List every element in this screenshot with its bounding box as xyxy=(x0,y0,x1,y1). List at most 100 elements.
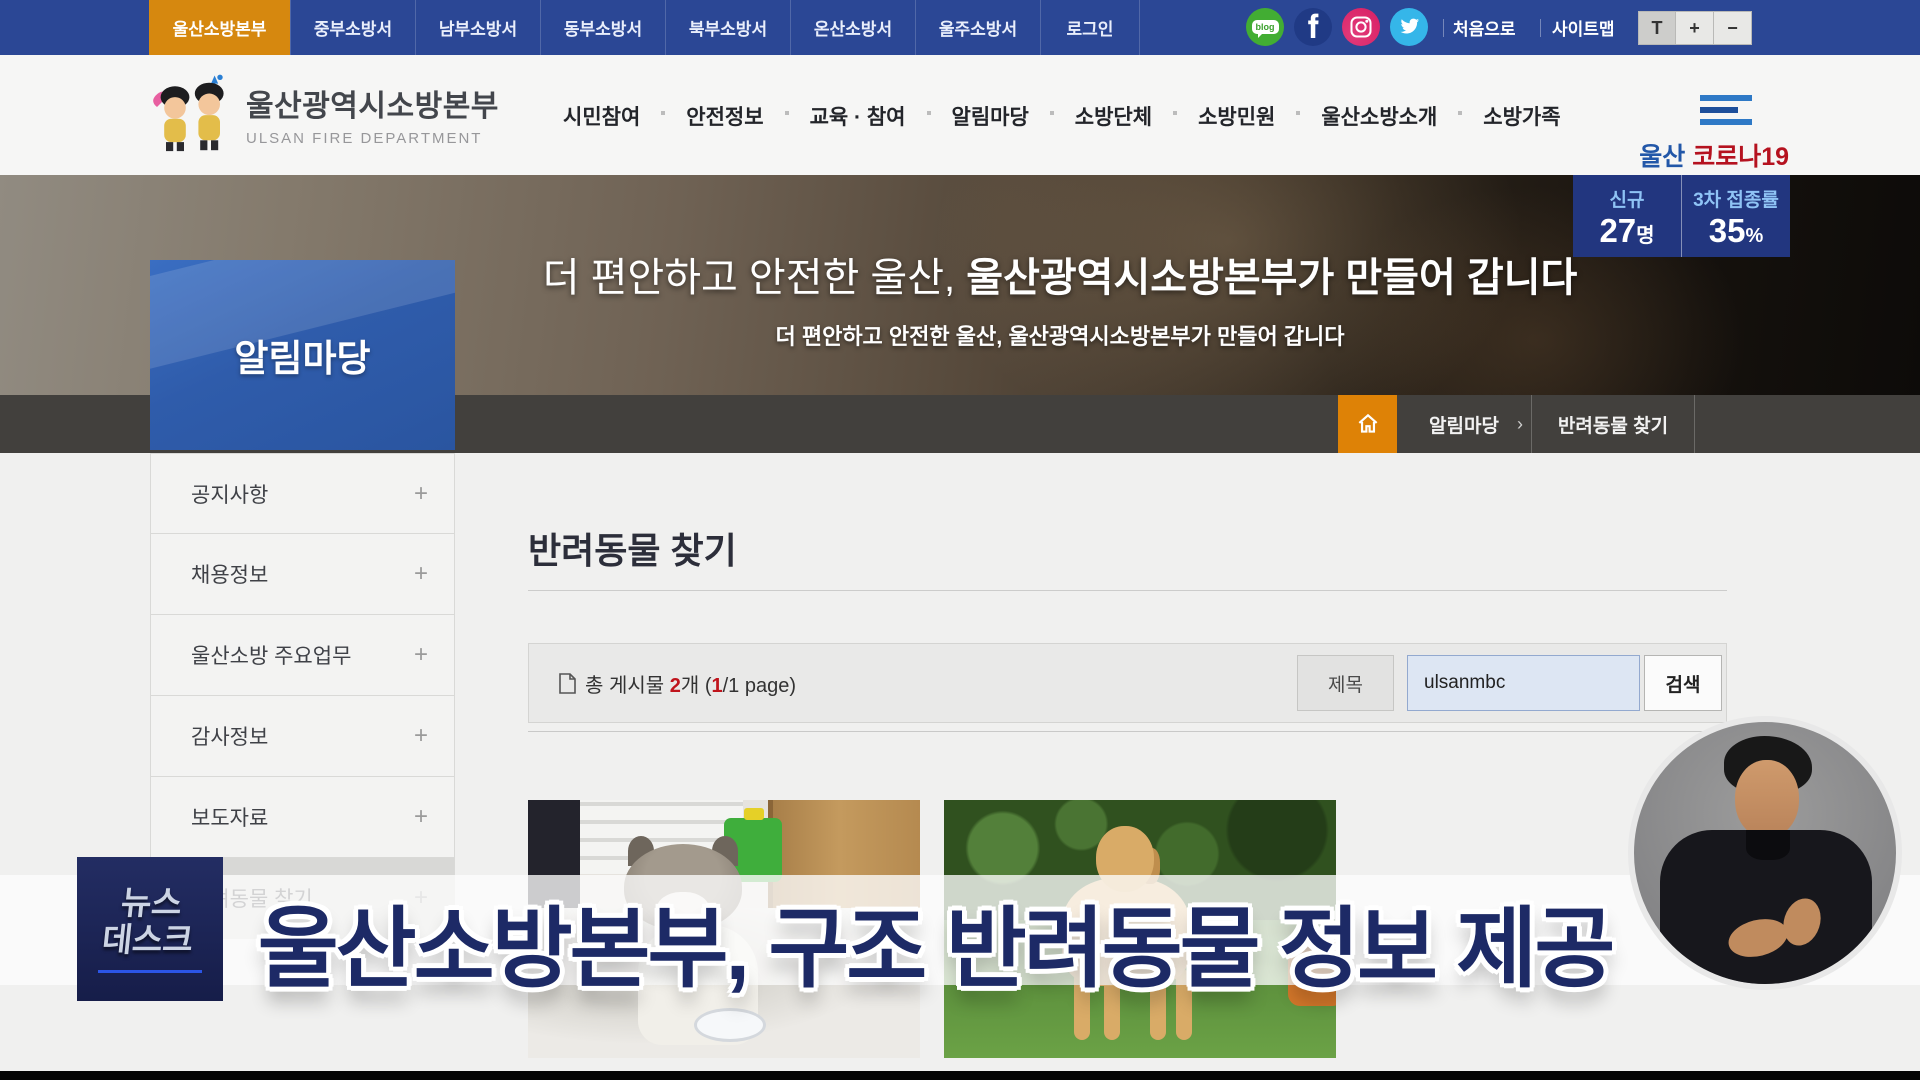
newsdesk-line1: 뉴스 xyxy=(104,885,199,922)
photo-water-bowl xyxy=(694,1008,766,1042)
page-title: 반려동물 찾기 xyxy=(528,522,737,574)
nav-civil[interactable]: 소방민원 xyxy=(1175,95,1298,137)
covid-region-label: 울산 xyxy=(1639,143,1685,171)
board-divider xyxy=(528,731,1727,732)
board-total-info: 총 게시물 2개 (1/1 page) xyxy=(559,669,796,698)
newsdesk-logo-text: 뉴스 데스크 xyxy=(101,885,200,959)
tab-onsan[interactable]: 온산소방서 xyxy=(790,0,915,55)
hero-text: 더 편안하고 안전한 울산, 울산광역시소방본부가 만들어 갑니다 더 편안하고… xyxy=(420,245,1700,351)
mascot-characters-icon xyxy=(148,70,238,162)
sidebar-item-press[interactable]: 보도자료 + xyxy=(150,777,455,858)
breadcrumb-level1[interactable]: 알림마당 › xyxy=(1397,395,1532,453)
blog-icon[interactable]: blog xyxy=(1246,8,1284,46)
covid-booster-rate: 3차 접종률 35% xyxy=(1681,175,1790,257)
hamburger-bar xyxy=(1700,119,1752,125)
instagram-icon[interactable] xyxy=(1342,8,1380,46)
interpreter-face xyxy=(1735,760,1799,838)
social-links: blog xyxy=(1246,8,1428,46)
font-base-button[interactable]: T xyxy=(1638,11,1676,45)
font-increase-button[interactable]: + xyxy=(1676,11,1714,45)
title-divider xyxy=(528,590,1727,591)
logo-title: 울산광역시소방본부 xyxy=(246,81,499,125)
facebook-glyph xyxy=(1294,8,1332,46)
tab-jungbu[interactable]: 중부소방서 xyxy=(290,0,415,55)
nav-safety[interactable]: 안전정보 xyxy=(663,95,786,137)
tab-dongbu[interactable]: 동부소방서 xyxy=(540,0,665,55)
topbar-divider xyxy=(1443,19,1444,37)
hamburger-menu-icon[interactable] xyxy=(1700,95,1752,125)
breadcrumb-level2[interactable]: 반려동물 찾기 xyxy=(1532,395,1695,453)
search-input[interactable] xyxy=(1407,655,1640,711)
nav-notice[interactable]: 알림마당 xyxy=(929,95,1052,137)
covid-new-unit: 명 xyxy=(1636,225,1654,247)
board-total-count: 2 xyxy=(670,675,681,697)
newsdesk-logo: 뉴스 데스크 xyxy=(77,857,223,1001)
section-title-box: 알림마당 xyxy=(150,260,455,450)
breadcrumb-trail: 알림마당 › 반려동물 찾기 xyxy=(1338,395,1695,453)
nav-education[interactable]: 교육 · 참여 xyxy=(787,95,929,137)
sidebar-item-label: 울산소방 주요업무 xyxy=(191,640,351,670)
plus-icon: + xyxy=(414,480,428,508)
sidebar-item-label: 채용정보 xyxy=(191,559,268,589)
nav-organizations[interactable]: 소방단체 xyxy=(1052,95,1175,137)
font-decrease-button[interactable]: − xyxy=(1714,11,1752,45)
station-tabs: 울산소방본부 중부소방서 남부소방서 동부소방서 북부소방서 온산소방서 울주소… xyxy=(149,0,1140,55)
hero-headline-bold: 울산광역시소방본부가 만들어 갑니다 xyxy=(966,256,1577,300)
sidebar-item-recruitment[interactable]: 채용정보 + xyxy=(150,534,455,615)
site-header: 울산광역시소방본부 ULSAN FIRE DEPARTMENT 시민참여 안전정… xyxy=(0,55,1920,175)
breadcrumb-level1-label: 알림마당 xyxy=(1429,411,1499,438)
hero-headline-normal: 더 편안하고 안전한 울산, xyxy=(543,256,955,300)
nav-family[interactable]: 소방가족 xyxy=(1460,95,1583,137)
tab-ulsan-hq[interactable]: 울산소방본부 xyxy=(149,0,290,55)
nav-citizen[interactable]: 시민참여 xyxy=(540,95,663,137)
tab-bukbu[interactable]: 북부소방서 xyxy=(665,0,790,55)
covid-booster-label: 3차 접종률 xyxy=(1693,185,1779,212)
board-total-mid: 개 ( xyxy=(681,675,712,697)
search-field-select[interactable]: 제목 xyxy=(1297,655,1394,711)
twitter-icon[interactable] xyxy=(1390,8,1428,46)
letterbox-bar xyxy=(0,1071,1920,1080)
hero-subheadline: 더 편안하고 안전한 울산, 울산광역시소방본부가 만들어 갑니다 xyxy=(420,319,1700,351)
interpreter-collar xyxy=(1746,830,1790,860)
document-icon xyxy=(559,673,576,694)
facebook-icon[interactable] xyxy=(1294,8,1332,46)
logo-text[interactable]: 울산광역시소방본부 ULSAN FIRE DEPARTMENT xyxy=(246,81,499,147)
board-total-suffix: /1 page) xyxy=(723,675,796,697)
topbar-divider xyxy=(1540,19,1541,37)
main-navigation: 시민참여 안전정보 교육 · 참여 알림마당 소방단체 소방민원 울산소방소개 … xyxy=(540,95,1584,137)
sidebar-item-label: 감사정보 xyxy=(191,721,268,751)
covid-booster-unit: % xyxy=(1745,225,1763,247)
sign-language-interpreter xyxy=(1628,716,1902,990)
tab-nambu[interactable]: 남부소방서 xyxy=(415,0,540,55)
sidebar-item-label: 보도자료 xyxy=(191,802,268,832)
news-caption: 울산소방본부, 구조 반려동물 정보 제공 xyxy=(0,878,1870,1005)
sidebar-item-label: 공지사항 xyxy=(191,479,268,509)
newsdesk-logo-underline xyxy=(98,970,202,973)
mascot-logo[interactable] xyxy=(148,70,238,162)
top-utility-bar: 울산소방본부 중부소방서 남부소방서 동부소방서 북부소방서 온산소방서 울주소… xyxy=(0,0,1920,55)
sidebar-item-audit[interactable]: 감사정보 + xyxy=(150,696,455,777)
plus-icon: + xyxy=(414,641,428,669)
breadcrumb-home-button[interactable] xyxy=(1338,395,1397,453)
sitemap-link[interactable]: 사이트맵 xyxy=(1552,0,1615,55)
sidebar-item-main-duties[interactable]: 울산소방 주요업무 + xyxy=(150,615,455,696)
board-search: 제목 검색 xyxy=(1297,655,1722,711)
hamburger-bar xyxy=(1700,95,1752,101)
covid-new-cases: 신규 27명 xyxy=(1573,175,1681,257)
nav-about[interactable]: 울산소방소개 xyxy=(1298,95,1460,137)
hero-headline: 더 편안하고 안전한 울산, 울산광역시소방본부가 만들어 갑니다 xyxy=(420,245,1700,303)
newsdesk-line2: 데스크 xyxy=(101,922,196,959)
board-total-prefix: 총 게시물 xyxy=(585,675,664,697)
logo-subtitle: ULSAN FIRE DEPARTMENT xyxy=(246,130,499,147)
search-button[interactable]: 검색 xyxy=(1644,655,1722,711)
sidebar-item-notices[interactable]: 공지사항 + xyxy=(150,453,455,534)
tab-ulju[interactable]: 울주소방서 xyxy=(915,0,1040,55)
board-page-number: 1 xyxy=(711,675,722,697)
tab-login[interactable]: 로그인 xyxy=(1040,0,1140,55)
twitter-glyph xyxy=(1397,15,1421,39)
covid-new-number: 27 xyxy=(1599,212,1636,249)
home-link[interactable]: 처음으로 xyxy=(1453,0,1516,55)
font-size-controls: T + − xyxy=(1638,11,1752,45)
blog-bubble: blog xyxy=(1252,20,1279,34)
instagram-glyph xyxy=(1350,16,1372,38)
